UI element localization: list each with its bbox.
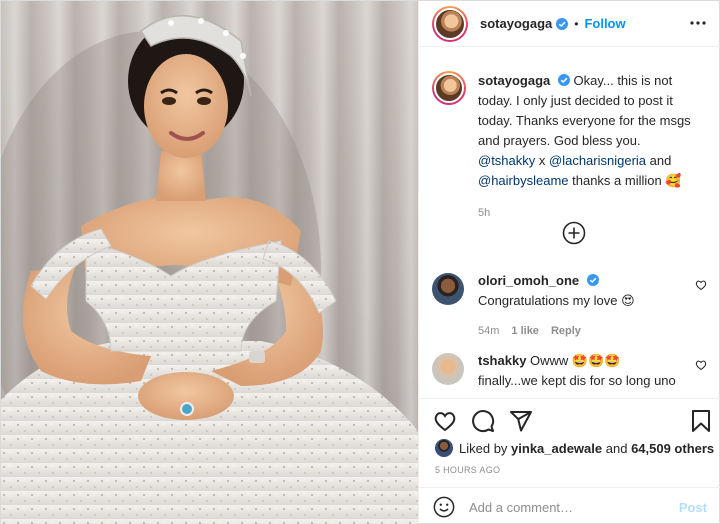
commenter-avatar[interactable]: [432, 273, 464, 305]
caption-time[interactable]: 5h: [478, 203, 490, 223]
reply-button[interactable]: Reply: [551, 321, 581, 341]
caption-username[interactable]: sotayogaga: [478, 73, 550, 88]
post-timestamp[interactable]: 5 HOURS AGO: [435, 465, 500, 475]
caption-avatar-ring[interactable]: [432, 71, 466, 105]
post-actions: Liked by yinka_adewale and 64,509 others…: [419, 398, 720, 524]
likes-summary[interactable]: Liked by yinka_adewale and 64,509 others: [435, 439, 714, 457]
author-avatar[interactable]: [434, 7, 466, 40]
bride-photo-illustration: [1, 14, 418, 524]
liked-by-others[interactable]: 64,509 others: [631, 441, 714, 456]
comment-meta: 54m 1 like Reply: [478, 321, 678, 341]
caption: sotayogaga Okay... this is not today. I …: [419, 71, 720, 223]
verified-badge-icon: [557, 74, 570, 86]
caption-text: and: [646, 153, 672, 168]
instagram-post: sotayogaga • Follow sotayogaga Okay... t…: [0, 0, 720, 524]
comment-username[interactable]: olori_omoh_one: [478, 273, 579, 288]
liked-by-and: and: [605, 440, 628, 456]
comment-item: tshakky Owww 🤩🤩🤩 finally...we kept dis f…: [419, 351, 720, 393]
comments-list[interactable]: sotayogaga Okay... this is not today. I …: [419, 71, 720, 393]
commenter-avatar[interactable]: [432, 353, 464, 385]
caption-avatar[interactable]: [434, 73, 464, 103]
comment-input[interactable]: [469, 499, 659, 515]
mention-link[interactable]: @tshakky: [478, 153, 535, 168]
post-details-pane: sotayogaga • Follow sotayogaga Okay... t…: [418, 1, 720, 524]
comment-like-heart-icon[interactable]: [695, 279, 707, 291]
smiley-icon[interactable]: [433, 496, 455, 518]
caption-text: thanks a million 🥰: [568, 173, 682, 188]
author-avatar-ring[interactable]: [432, 5, 468, 42]
post-comment-button[interactable]: Post: [679, 500, 707, 515]
comment-likes[interactable]: 1 like: [511, 321, 539, 341]
liked-by-user[interactable]: yinka_adewale: [511, 441, 602, 456]
bookmark-icon[interactable]: [689, 409, 713, 433]
comment-body: olori_omoh_one Congratulations my love 😍…: [478, 271, 678, 341]
comment-icon[interactable]: [471, 409, 495, 433]
comment-username[interactable]: tshakky: [478, 353, 526, 368]
comment-like-heart-icon[interactable]: [695, 359, 707, 371]
liker-avatar[interactable]: [435, 439, 453, 457]
comment-body: tshakky Owww 🤩🤩🤩 finally...we kept dis f…: [478, 351, 678, 393]
author-username[interactable]: sotayogaga: [480, 16, 552, 31]
separator-dot: •: [574, 16, 579, 31]
plus-circle-icon[interactable]: [562, 221, 586, 245]
liked-by-prefix: Liked by: [459, 440, 508, 456]
mention-link[interactable]: @hairbysleame: [478, 173, 569, 188]
post-header: sotayogaga • Follow: [419, 1, 720, 47]
verified-badge-icon: [586, 274, 599, 286]
comment-item: olori_omoh_one Congratulations my love 😍…: [419, 271, 720, 341]
more-horizontal-icon[interactable]: [689, 14, 707, 32]
caption-body: sotayogaga Okay... this is not today. I …: [478, 71, 698, 223]
post-photo[interactable]: [1, 1, 418, 524]
comment-time[interactable]: 54m: [478, 321, 499, 341]
action-icon-row: [433, 409, 713, 433]
caption-text: x: [535, 153, 550, 168]
comment-text: Congratulations my love 😍: [478, 293, 635, 308]
mention-link[interactable]: @lacharisnigeria: [549, 153, 646, 168]
share-icon[interactable]: [509, 409, 533, 433]
verified-badge-icon: [556, 17, 569, 30]
caption-meta: 5h: [478, 203, 698, 223]
add-comment-bar: Post: [419, 487, 720, 524]
follow-button[interactable]: Follow: [584, 16, 625, 31]
heart-icon[interactable]: [433, 409, 457, 433]
